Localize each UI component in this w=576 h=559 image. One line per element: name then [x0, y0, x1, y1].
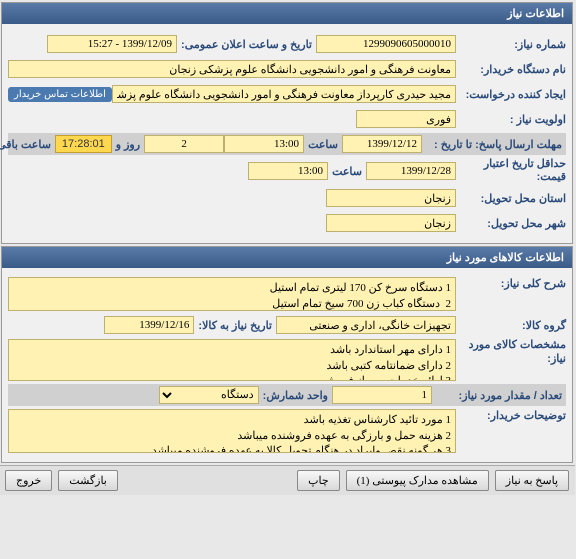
- unit-select[interactable]: دستگاه: [160, 386, 260, 404]
- unit-label: واحد شمارش:: [260, 389, 333, 402]
- main-desc-label: شرح کلی نیاز:: [457, 277, 567, 290]
- buyer-org-field[interactable]: [9, 60, 457, 78]
- respond-button[interactable]: پاسخ به نیاز: [496, 470, 570, 491]
- buyer-notes-field[interactable]: 1 مورد تائید کارشناس تغذیه باشد 2 هزینه …: [9, 409, 457, 453]
- announce-field[interactable]: [48, 35, 178, 53]
- creator-label: ایجاد کننده درخواست:: [457, 88, 567, 101]
- announce-label: تاریخ و ساعت اعلان عمومی:: [178, 38, 317, 51]
- buyer-notes-label: توضیحات خریدار:: [457, 409, 567, 422]
- date-to-label: تاریخ نیاز به کالا:: [195, 319, 277, 332]
- back-button[interactable]: بازگشت: [59, 470, 119, 491]
- days-field: [145, 135, 225, 153]
- deadline-label: مهلت ارسال پاسخ: تا تاریخ :: [423, 138, 563, 151]
- attachments-button[interactable]: مشاهده مدارک پیوستی (1): [347, 470, 490, 491]
- province-field[interactable]: [327, 189, 457, 207]
- goods-group-field[interactable]: [277, 316, 457, 334]
- print-button[interactable]: چاپ: [298, 470, 341, 491]
- priority-field[interactable]: [357, 110, 457, 128]
- specs-field[interactable]: 1 دارای مهر استاندارد باشد 2 دارای ضمانت…: [9, 339, 457, 381]
- qty-field[interactable]: [333, 386, 433, 404]
- exit-button[interactable]: خروج: [6, 470, 53, 491]
- deadline-time-field[interactable]: [225, 135, 305, 153]
- time-label-2: ساعت: [329, 165, 367, 178]
- priority-label: اولویت نیاز :: [457, 113, 567, 126]
- remaining-label: ساعت باقی مانده: [0, 138, 56, 151]
- time-label-1: ساعت: [305, 138, 343, 151]
- date-to-field[interactable]: [105, 316, 195, 334]
- province-label: استان محل تحویل:: [457, 192, 567, 205]
- need-info-panel: اطلاعات نیاز شماره نیاز: تاریخ و ساعت اع…: [2, 2, 574, 244]
- buyer-org-label: نام دستگاه خریدار:: [457, 63, 567, 76]
- goods-info-panel: اطلاعات کالاهای مورد نیاز شرح کلی نیاز: …: [2, 246, 574, 463]
- creator-field[interactable]: [113, 85, 457, 103]
- min-credit-date-field[interactable]: [367, 162, 457, 180]
- main-desc-field[interactable]: 1 دستگاه سرخ کن 170 لیتری تمام استیل 2 د…: [9, 277, 457, 311]
- goods-group-label: گروه کالا:: [457, 319, 567, 332]
- need-no-field[interactable]: [317, 35, 457, 53]
- city-label: شهر محل تحویل:: [457, 217, 567, 230]
- button-bar: پاسخ به نیاز مشاهده مدارک پیوستی (1) چاپ…: [0, 465, 576, 495]
- deadline-date-field[interactable]: [343, 135, 423, 153]
- remaining-timer: 17:28:01: [56, 135, 113, 153]
- min-credit-time-field[interactable]: [249, 162, 329, 180]
- goods-panel-title: اطلاعات کالاهای مورد نیاز: [3, 247, 573, 268]
- need-no-label: شماره نیاز:: [457, 38, 567, 51]
- city-field[interactable]: [327, 214, 457, 232]
- min-credit-label: حداقل تاریخ اعتبار قیمت:: [457, 158, 567, 184]
- panel-title: اطلاعات نیاز: [3, 3, 573, 24]
- specs-label: مشخصات کالای مورد نیاز:: [457, 339, 567, 365]
- qty-label: تعداد / مقدار مورد نیاز:: [433, 389, 563, 402]
- contact-tag[interactable]: اطلاعات تماس خریدار: [9, 87, 113, 102]
- days-label: روز و: [113, 138, 145, 151]
